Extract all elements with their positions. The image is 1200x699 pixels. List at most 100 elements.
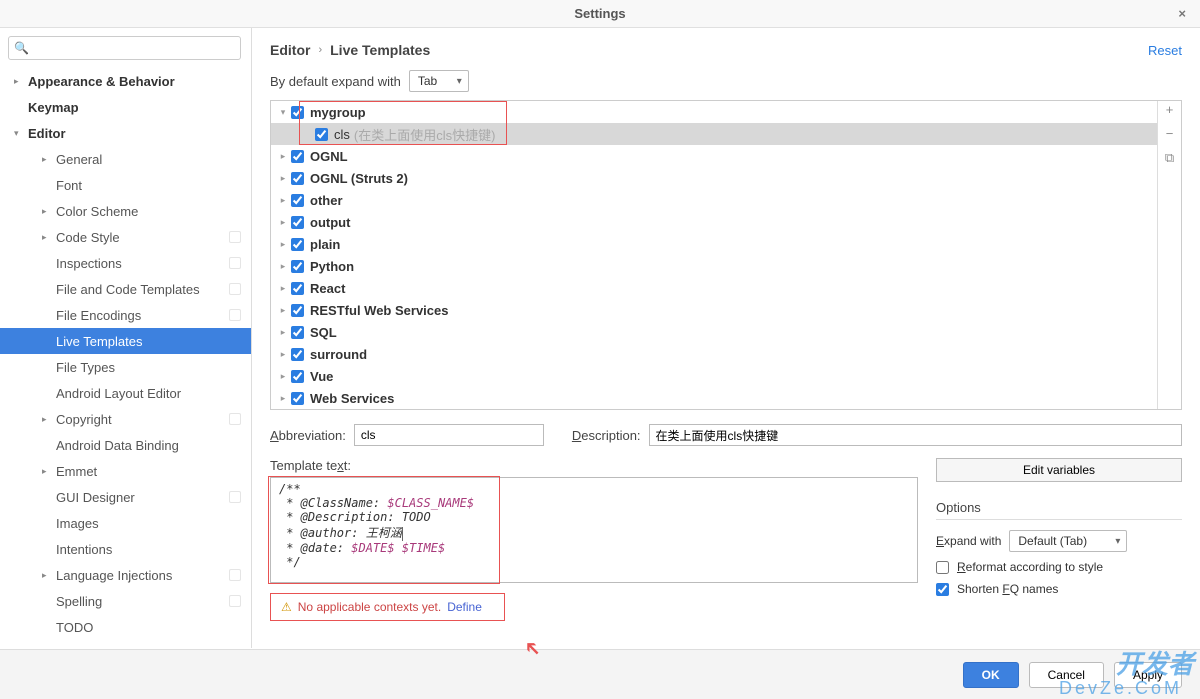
- chevron-icon: ▸: [277, 151, 289, 162]
- sidebar-item-android-layout-editor[interactable]: Android Layout Editor: [0, 380, 251, 406]
- sidebar-item-label: Intentions: [56, 542, 112, 557]
- ok-button[interactable]: OK: [963, 662, 1019, 688]
- template-text-editor[interactable]: /** * @ClassName: $CLASS_NAME$ * @Descri…: [270, 477, 918, 583]
- apply-button[interactable]: Apply: [1114, 662, 1182, 688]
- chevron-icon: ▾: [277, 107, 289, 118]
- chevron-icon: ▸: [42, 154, 52, 165]
- template-checkbox[interactable]: [291, 216, 304, 229]
- sidebar-item-file-encodings[interactable]: File Encodings: [0, 302, 251, 328]
- template-checkbox[interactable]: [291, 172, 304, 185]
- template-checkbox[interactable]: [291, 392, 304, 405]
- sidebar-item-gui-designer[interactable]: GUI Designer: [0, 484, 251, 510]
- template-checkbox[interactable]: [291, 106, 304, 119]
- template-item[interactable]: ▸SQL: [271, 321, 1157, 343]
- title-bar: Settings ×: [0, 0, 1200, 28]
- template-item[interactable]: ▾mygroup: [271, 101, 1157, 123]
- template-item[interactable]: ▸other: [271, 189, 1157, 211]
- chevron-icon: ▸: [42, 570, 52, 581]
- sidebar-item-file-types[interactable]: File Types: [0, 354, 251, 380]
- template-item[interactable]: ▸surround: [271, 343, 1157, 365]
- sidebar-item-label: Color Scheme: [56, 204, 138, 219]
- sidebar-item-font[interactable]: Font: [0, 172, 251, 198]
- template-item[interactable]: ▸plain: [271, 233, 1157, 255]
- sidebar-item-images[interactable]: Images: [0, 510, 251, 536]
- sidebar-item-editor[interactable]: ▾Editor: [0, 120, 251, 146]
- template-item[interactable]: ▸OGNL (Struts 2): [271, 167, 1157, 189]
- cancel-button[interactable]: Cancel: [1029, 662, 1104, 688]
- sidebar-item-intentions[interactable]: Intentions: [0, 536, 251, 562]
- close-icon[interactable]: ×: [1178, 6, 1186, 21]
- options-title: Options: [936, 500, 1182, 520]
- chevron-icon: ▸: [277, 371, 289, 382]
- scope-icon: [229, 309, 241, 321]
- remove-icon[interactable]: −: [1166, 127, 1174, 141]
- abbreviation-label: AAbbreviation:bbreviation:: [270, 428, 346, 443]
- sidebar-item-general[interactable]: ▸ General: [0, 146, 251, 172]
- sidebar-item-label: Appearance & Behavior: [28, 74, 175, 89]
- template-toolbar: + − ⧉: [1157, 101, 1181, 409]
- template-checkbox[interactable]: [291, 348, 304, 361]
- template-checkbox[interactable]: [315, 128, 328, 141]
- sidebar-item-color-scheme[interactable]: ▸Color Scheme: [0, 198, 251, 224]
- sidebar-item-code-style[interactable]: ▸Code Style: [0, 224, 251, 250]
- sidebar-item-spelling[interactable]: Spelling: [0, 588, 251, 614]
- template-checkbox[interactable]: [291, 370, 304, 383]
- template-name: OGNL: [310, 149, 348, 164]
- chevron-icon: ▸: [277, 283, 289, 294]
- reset-link[interactable]: Reset: [1148, 43, 1182, 58]
- sidebar-item-copyright[interactable]: ▸Copyright: [0, 406, 251, 432]
- template-checkbox[interactable]: [291, 282, 304, 295]
- template-item[interactable]: ▸ OGNL: [271, 145, 1157, 167]
- template-item[interactable]: ▸Python: [271, 255, 1157, 277]
- template-checkbox[interactable]: [291, 194, 304, 207]
- template-name: Vue: [310, 369, 333, 384]
- template-item[interactable]: cls(在类上面使用cls快捷键): [271, 123, 1157, 145]
- template-item[interactable]: ▸React: [271, 277, 1157, 299]
- edit-variables-button[interactable]: Edit variables: [936, 458, 1182, 482]
- reformat-checkbox[interactable]: [936, 561, 949, 574]
- add-icon[interactable]: +: [1166, 103, 1174, 117]
- chevron-icon: ▸: [42, 466, 52, 477]
- scope-icon: [229, 231, 241, 243]
- template-item[interactable]: ▸ Vue: [271, 365, 1157, 387]
- sidebar-item-inspections[interactable]: Inspections: [0, 250, 251, 276]
- context-define-link[interactable]: Define: [447, 600, 482, 614]
- default-expand-combo[interactable]: Tab: [409, 70, 469, 92]
- breadcrumb-root[interactable]: Editor: [270, 42, 310, 58]
- description-input[interactable]: [649, 424, 1182, 446]
- sidebar-item-android-data-binding[interactable]: Android Data Binding: [0, 432, 251, 458]
- template-checkbox[interactable]: [291, 238, 304, 251]
- sidebar-item-label: GUI Designer: [56, 490, 135, 505]
- sidebar-item-emmet[interactable]: ▸ Emmet: [0, 458, 251, 484]
- template-item[interactable]: ▸Web Services: [271, 387, 1157, 409]
- template-checkbox[interactable]: [291, 150, 304, 163]
- chevron-icon: ▸: [277, 239, 289, 250]
- template-item[interactable]: ▸RESTful Web Services: [271, 299, 1157, 321]
- breadcrumb-leaf: Live Templates: [330, 42, 430, 58]
- template-name: other: [310, 193, 343, 208]
- sidebar-item-label: Copyright: [56, 412, 112, 427]
- sidebar-item-live-templates[interactable]: Live Templates: [0, 328, 251, 354]
- template-item[interactable]: ▸output: [271, 211, 1157, 233]
- sidebar-item-todo[interactable]: TODO: [0, 614, 251, 640]
- sidebar-item-appearance-behavior[interactable]: ▸Appearance & Behavior: [0, 68, 251, 94]
- expand-with-combo[interactable]: Default (Tab): [1009, 530, 1127, 552]
- sidebar-item-label: Emmet: [56, 464, 97, 479]
- settings-tree[interactable]: ▸Appearance & BehaviorKeymap▾Editor▸Gene…: [0, 68, 251, 648]
- sidebar-item-label: General: [56, 152, 102, 167]
- shorten-fq-checkbox[interactable]: [936, 583, 949, 596]
- template-checkbox[interactable]: [291, 260, 304, 273]
- template-checkbox[interactable]: [291, 304, 304, 317]
- template-list[interactable]: ▾mygroupcls(在类上面使用cls快捷键) ▸ OGNL ▸OGNL (Str…: [271, 101, 1157, 409]
- chevron-right-icon: ›: [318, 44, 322, 56]
- expand-with-label: Expand with: [936, 534, 1001, 548]
- sidebar-item-keymap[interactable]: Keymap: [0, 94, 251, 120]
- sidebar-item-language-injections[interactable]: ▸Language Injections: [0, 562, 251, 588]
- sidebar-item-label: Inspections: [56, 256, 122, 271]
- abbreviation-input[interactable]: [354, 424, 544, 446]
- copy-icon[interactable]: ⧉: [1165, 151, 1174, 165]
- sidebar-item-file-and-code-templates[interactable]: File and Code Templates: [0, 276, 251, 302]
- chevron-icon: ▸: [277, 327, 289, 338]
- template-checkbox[interactable]: [291, 326, 304, 339]
- search-input[interactable]: [8, 36, 241, 60]
